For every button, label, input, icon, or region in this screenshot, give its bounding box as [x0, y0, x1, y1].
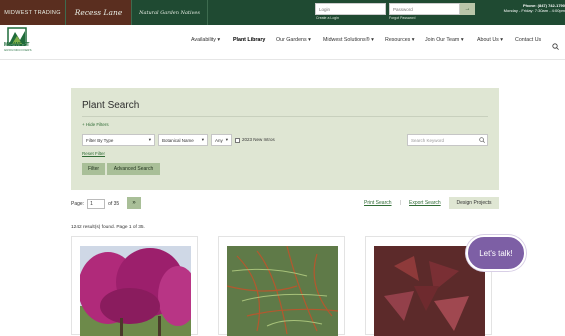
plant-image[interactable] [80, 246, 191, 336]
plant-image[interactable] [227, 246, 338, 336]
main-nav: Availability ▾ Plant Library Our Gardens… [0, 25, 565, 60]
page-title: Plant Search [82, 100, 140, 111]
nav-resources[interactable]: Resources ▾ [385, 37, 414, 43]
page-count: of 35 [108, 201, 120, 207]
logo-tagline: GROUNDCOVERS [4, 48, 32, 52]
top-bar: MIDWEST TRADING Recess Lane Natural Gard… [0, 0, 565, 25]
chevron-down-icon: ▾ [201, 137, 204, 142]
action-separator: | [400, 200, 402, 206]
filter-type-select[interactable]: Filter By Type ▾ [82, 134, 155, 146]
search-icon[interactable] [552, 37, 559, 50]
login-input[interactable] [315, 3, 386, 15]
nav-contact-us[interactable]: Contact Us [515, 37, 541, 43]
advanced-search-button[interactable]: Advanced Search [107, 163, 160, 175]
brand-tab-midwest-trading[interactable]: MIDWEST TRADING [0, 0, 66, 25]
brand-tab-recess-lane[interactable]: Recess Lane [66, 0, 132, 25]
keyword-search-input[interactable]: Search Keyword [407, 134, 488, 146]
sort-select[interactable]: Botanical Name ▾ [158, 134, 208, 146]
divider [82, 116, 488, 117]
pagination: Page: 1 of 35 [71, 197, 119, 211]
any-value: Any [215, 137, 223, 143]
sort-value: Botanical Name [162, 137, 194, 143]
nav-plant-library[interactable]: Plant Library [233, 37, 265, 43]
login-submit-button[interactable]: → [460, 3, 475, 15]
page-label: Page: [71, 201, 85, 207]
nav-midwest-solutions[interactable]: Midwest Solutions® ▾ [323, 37, 374, 43]
create-login-link[interactable]: Create a Login [316, 16, 339, 20]
nav-join-our-team[interactable]: Join Our Team ▾ [425, 37, 463, 43]
export-search-link[interactable]: Export Search [409, 200, 441, 206]
chevron-down-icon: ▾ [148, 137, 151, 142]
filter-type-value: Filter By Type [86, 137, 114, 143]
new-intros-checkbox[interactable] [235, 138, 240, 143]
nav-our-gardens[interactable]: Our Gardens ▾ [276, 37, 311, 43]
keyword-placeholder: Search Keyword [411, 137, 445, 143]
plant-card[interactable] [71, 236, 198, 336]
hours-text: Monday - Friday: 7:30am - 4:00pm [503, 8, 565, 13]
nav-availability[interactable]: Availability ▾ [191, 37, 220, 43]
plant-search-panel: Plant Search + Hide Filters Filter By Ty… [71, 88, 499, 190]
print-search-link[interactable]: Print Search [364, 200, 392, 206]
page-number-value: 1 [90, 201, 93, 207]
search-icon [479, 136, 485, 144]
forgot-password-link[interactable]: Forgot Password [389, 16, 415, 20]
contact-info: Phone: (847) 742-1790 Monday - Friday: 7… [504, 3, 565, 13]
new-intros-label: 2023 New Intros [242, 137, 275, 142]
any-select[interactable]: Any ▾ [211, 134, 232, 146]
filter-button[interactable]: Filter [82, 163, 105, 175]
reset-filter-link[interactable]: Reset Filter [82, 151, 105, 156]
next-page-button[interactable]: » [127, 197, 141, 209]
nav-about-us[interactable]: About Us ▾ [477, 37, 503, 43]
results-count: 1242 result(s) found. Page 1 of 35. [71, 225, 145, 230]
brand-tab-natural-garden[interactable]: Natural Garden Natives [132, 0, 208, 25]
design-projects-button[interactable]: Design Projects [449, 197, 499, 209]
lets-talk-chat-button[interactable]: Let's talk! [466, 235, 526, 271]
password-input[interactable] [389, 3, 460, 15]
plant-card[interactable] [218, 236, 345, 336]
chevron-down-icon: ▾ [225, 137, 228, 142]
page-number-input[interactable]: 1 [87, 199, 106, 209]
hide-filters-link[interactable]: + Hide Filters [82, 122, 109, 127]
